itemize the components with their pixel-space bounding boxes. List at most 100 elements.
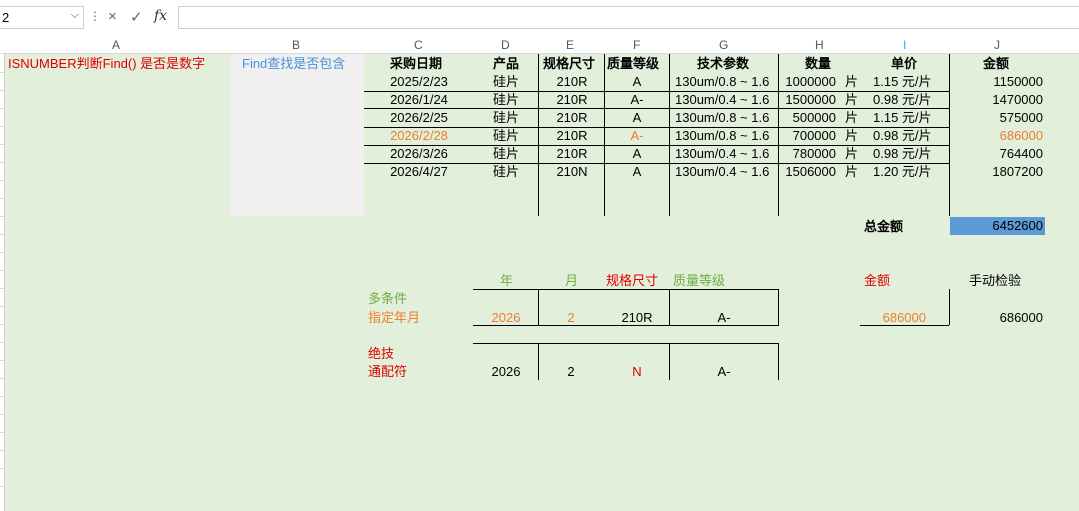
cell-qty[interactable]: 780000 [778, 146, 836, 162]
col-header-d[interactable]: D [501, 38, 510, 52]
formula-input[interactable] [178, 6, 1079, 29]
cell-qty[interactable]: 500000 [778, 110, 836, 126]
header-amount[interactable]: 金额 [983, 56, 1009, 72]
isnumber-note[interactable]: ISNUMBER判断Find() 是否是数字 [8, 56, 205, 72]
more-options-icon[interactable]: ⋮ [89, 9, 101, 23]
header-grade[interactable]: 质量等级 [607, 56, 659, 72]
cell-product[interactable]: 硅片 [480, 128, 532, 144]
cell-size[interactable]: 210R [546, 110, 598, 126]
header-param[interactable]: 技术参数 [697, 56, 749, 72]
criteria-year-value[interactable]: 2026 [478, 310, 534, 326]
col-header-h[interactable]: H [815, 38, 824, 52]
find-note[interactable]: Find查找是否包含 [242, 56, 345, 72]
cell-price[interactable]: 1.20 元/片 [873, 164, 932, 180]
wildcard-size-value[interactable]: N [608, 364, 666, 380]
criteria-grade-header[interactable]: 质量等级 [673, 273, 725, 289]
cell-size[interactable]: 210R [546, 74, 598, 90]
wildcard-year-value[interactable]: 2026 [478, 364, 534, 380]
cell-qty[interactable]: 1506000 [778, 164, 836, 180]
cell-product[interactable]: 硅片 [480, 164, 532, 180]
cell-unit[interactable]: 片 [845, 110, 858, 126]
header-qty[interactable]: 数量 [805, 56, 831, 72]
cell-price[interactable]: 0.98 元/片 [873, 128, 932, 144]
cell-amount[interactable]: 1807200 [950, 164, 1043, 180]
wildcard-month-value[interactable]: 2 [544, 364, 598, 380]
chevron-down-icon[interactable]: ⌵ [71, 9, 79, 22]
cell-param[interactable]: 130um/0.4 ~ 1.6 [675, 164, 769, 180]
cell-qty[interactable]: 1000000 [778, 74, 836, 90]
col-header-c[interactable]: C [414, 38, 423, 52]
wildcard-grade-value[interactable]: A- [676, 364, 772, 380]
criteria-size-header[interactable]: 规格尺寸 [606, 273, 658, 289]
cell-size[interactable]: 210R [546, 92, 598, 108]
cell-param[interactable]: 130um/0.4 ~ 1.6 [675, 146, 769, 162]
cell-amount[interactable]: 575000 [950, 110, 1043, 126]
header-price[interactable]: 单价 [891, 56, 917, 72]
cell-grade[interactable]: A- [612, 128, 662, 144]
wildcard-label[interactable]: 通配符 [368, 364, 407, 380]
cell-product[interactable]: 硅片 [480, 146, 532, 162]
function-icon[interactable]: fx [154, 8, 167, 24]
cell-amount[interactable]: 1470000 [950, 92, 1043, 108]
cell-unit[interactable]: 片 [845, 92, 858, 108]
cell-amount[interactable]: 1150000 [950, 74, 1043, 90]
cell-param[interactable]: 130um/0.4 ~ 1.6 [675, 92, 769, 108]
cell-date[interactable]: 2026/4/27 [370, 164, 468, 180]
criteria-grade-value[interactable]: A- [676, 310, 772, 326]
cell-param[interactable]: 130um/0.8 ~ 1.6 [675, 74, 769, 90]
multi-condition-label[interactable]: 多条件 [368, 291, 407, 307]
cell-grade[interactable]: A [612, 146, 662, 162]
col-header-a[interactable]: A [112, 38, 120, 52]
col-header-j[interactable]: J [994, 38, 1000, 52]
cell-amount[interactable]: 764400 [950, 146, 1043, 162]
cell-date[interactable]: 2026/1/24 [370, 92, 468, 108]
cell-unit[interactable]: 片 [845, 164, 858, 180]
cell-amount[interactable]: 686000 [950, 128, 1043, 144]
manual-check-value[interactable]: 686000 [952, 310, 1043, 326]
cell-date[interactable]: 2025/2/23 [370, 74, 468, 90]
header-product[interactable]: 产品 [493, 56, 519, 72]
name-box[interactable]: 2 ⌵ [0, 6, 84, 29]
cell-grade[interactable]: A [612, 74, 662, 90]
criteria-size-value[interactable]: 210R [608, 310, 666, 326]
criteria-amount-value[interactable]: 686000 [862, 310, 926, 326]
cell-param[interactable]: 130um/0.8 ~ 1.6 [675, 128, 769, 144]
cell-date[interactable]: 2026/2/28 [370, 128, 468, 144]
col-header-g[interactable]: G [719, 38, 728, 52]
cell-price[interactable]: 1.15 元/片 [873, 110, 932, 126]
enter-icon[interactable]: ✓ [130, 8, 143, 26]
total-label[interactable]: 总金额 [864, 219, 903, 235]
trick-label[interactable]: 绝技 [368, 346, 394, 362]
cell-grade[interactable]: A [612, 110, 662, 126]
cell-grade[interactable]: A- [612, 92, 662, 108]
cell-price[interactable]: 1.15 元/片 [873, 74, 932, 90]
cell-size[interactable]: 210N [546, 164, 598, 180]
cell-product[interactable]: 硅片 [480, 92, 532, 108]
col-header-f[interactable]: F [633, 38, 640, 52]
criteria-amount-header[interactable]: 金额 [864, 273, 890, 289]
cell-unit[interactable]: 片 [845, 128, 858, 144]
cell-price[interactable]: 0.98 元/片 [873, 92, 932, 108]
cell-date[interactable]: 2026/2/25 [370, 110, 468, 126]
cell-unit[interactable]: 片 [845, 146, 858, 162]
cell-product[interactable]: 硅片 [480, 110, 532, 126]
cell-param[interactable]: 130um/0.8 ~ 1.6 [675, 110, 769, 126]
cell-qty[interactable]: 1500000 [778, 92, 836, 108]
manual-check-header[interactable]: 手动检验 [969, 273, 1021, 289]
criteria-month-header[interactable]: 月 [565, 273, 578, 289]
specified-year-month-label[interactable]: 指定年月 [368, 310, 420, 326]
cancel-icon[interactable]: × [108, 8, 117, 25]
cell-price[interactable]: 0.98 元/片 [873, 146, 932, 162]
cell-qty[interactable]: 700000 [778, 128, 836, 144]
cell-grade[interactable]: A [612, 164, 662, 180]
cell-unit[interactable]: 片 [845, 74, 858, 90]
col-header-i[interactable]: I [903, 38, 906, 52]
header-date[interactable]: 采购日期 [390, 56, 442, 72]
cell-size[interactable]: 210R [546, 146, 598, 162]
cell-product[interactable]: 硅片 [480, 74, 532, 90]
col-header-b[interactable]: B [292, 38, 300, 52]
criteria-year-header[interactable]: 年 [500, 273, 513, 289]
cell-date[interactable]: 2026/3/26 [370, 146, 468, 162]
total-cell-selected[interactable]: 6452600 [950, 217, 1045, 235]
criteria-month-value[interactable]: 2 [544, 310, 598, 326]
